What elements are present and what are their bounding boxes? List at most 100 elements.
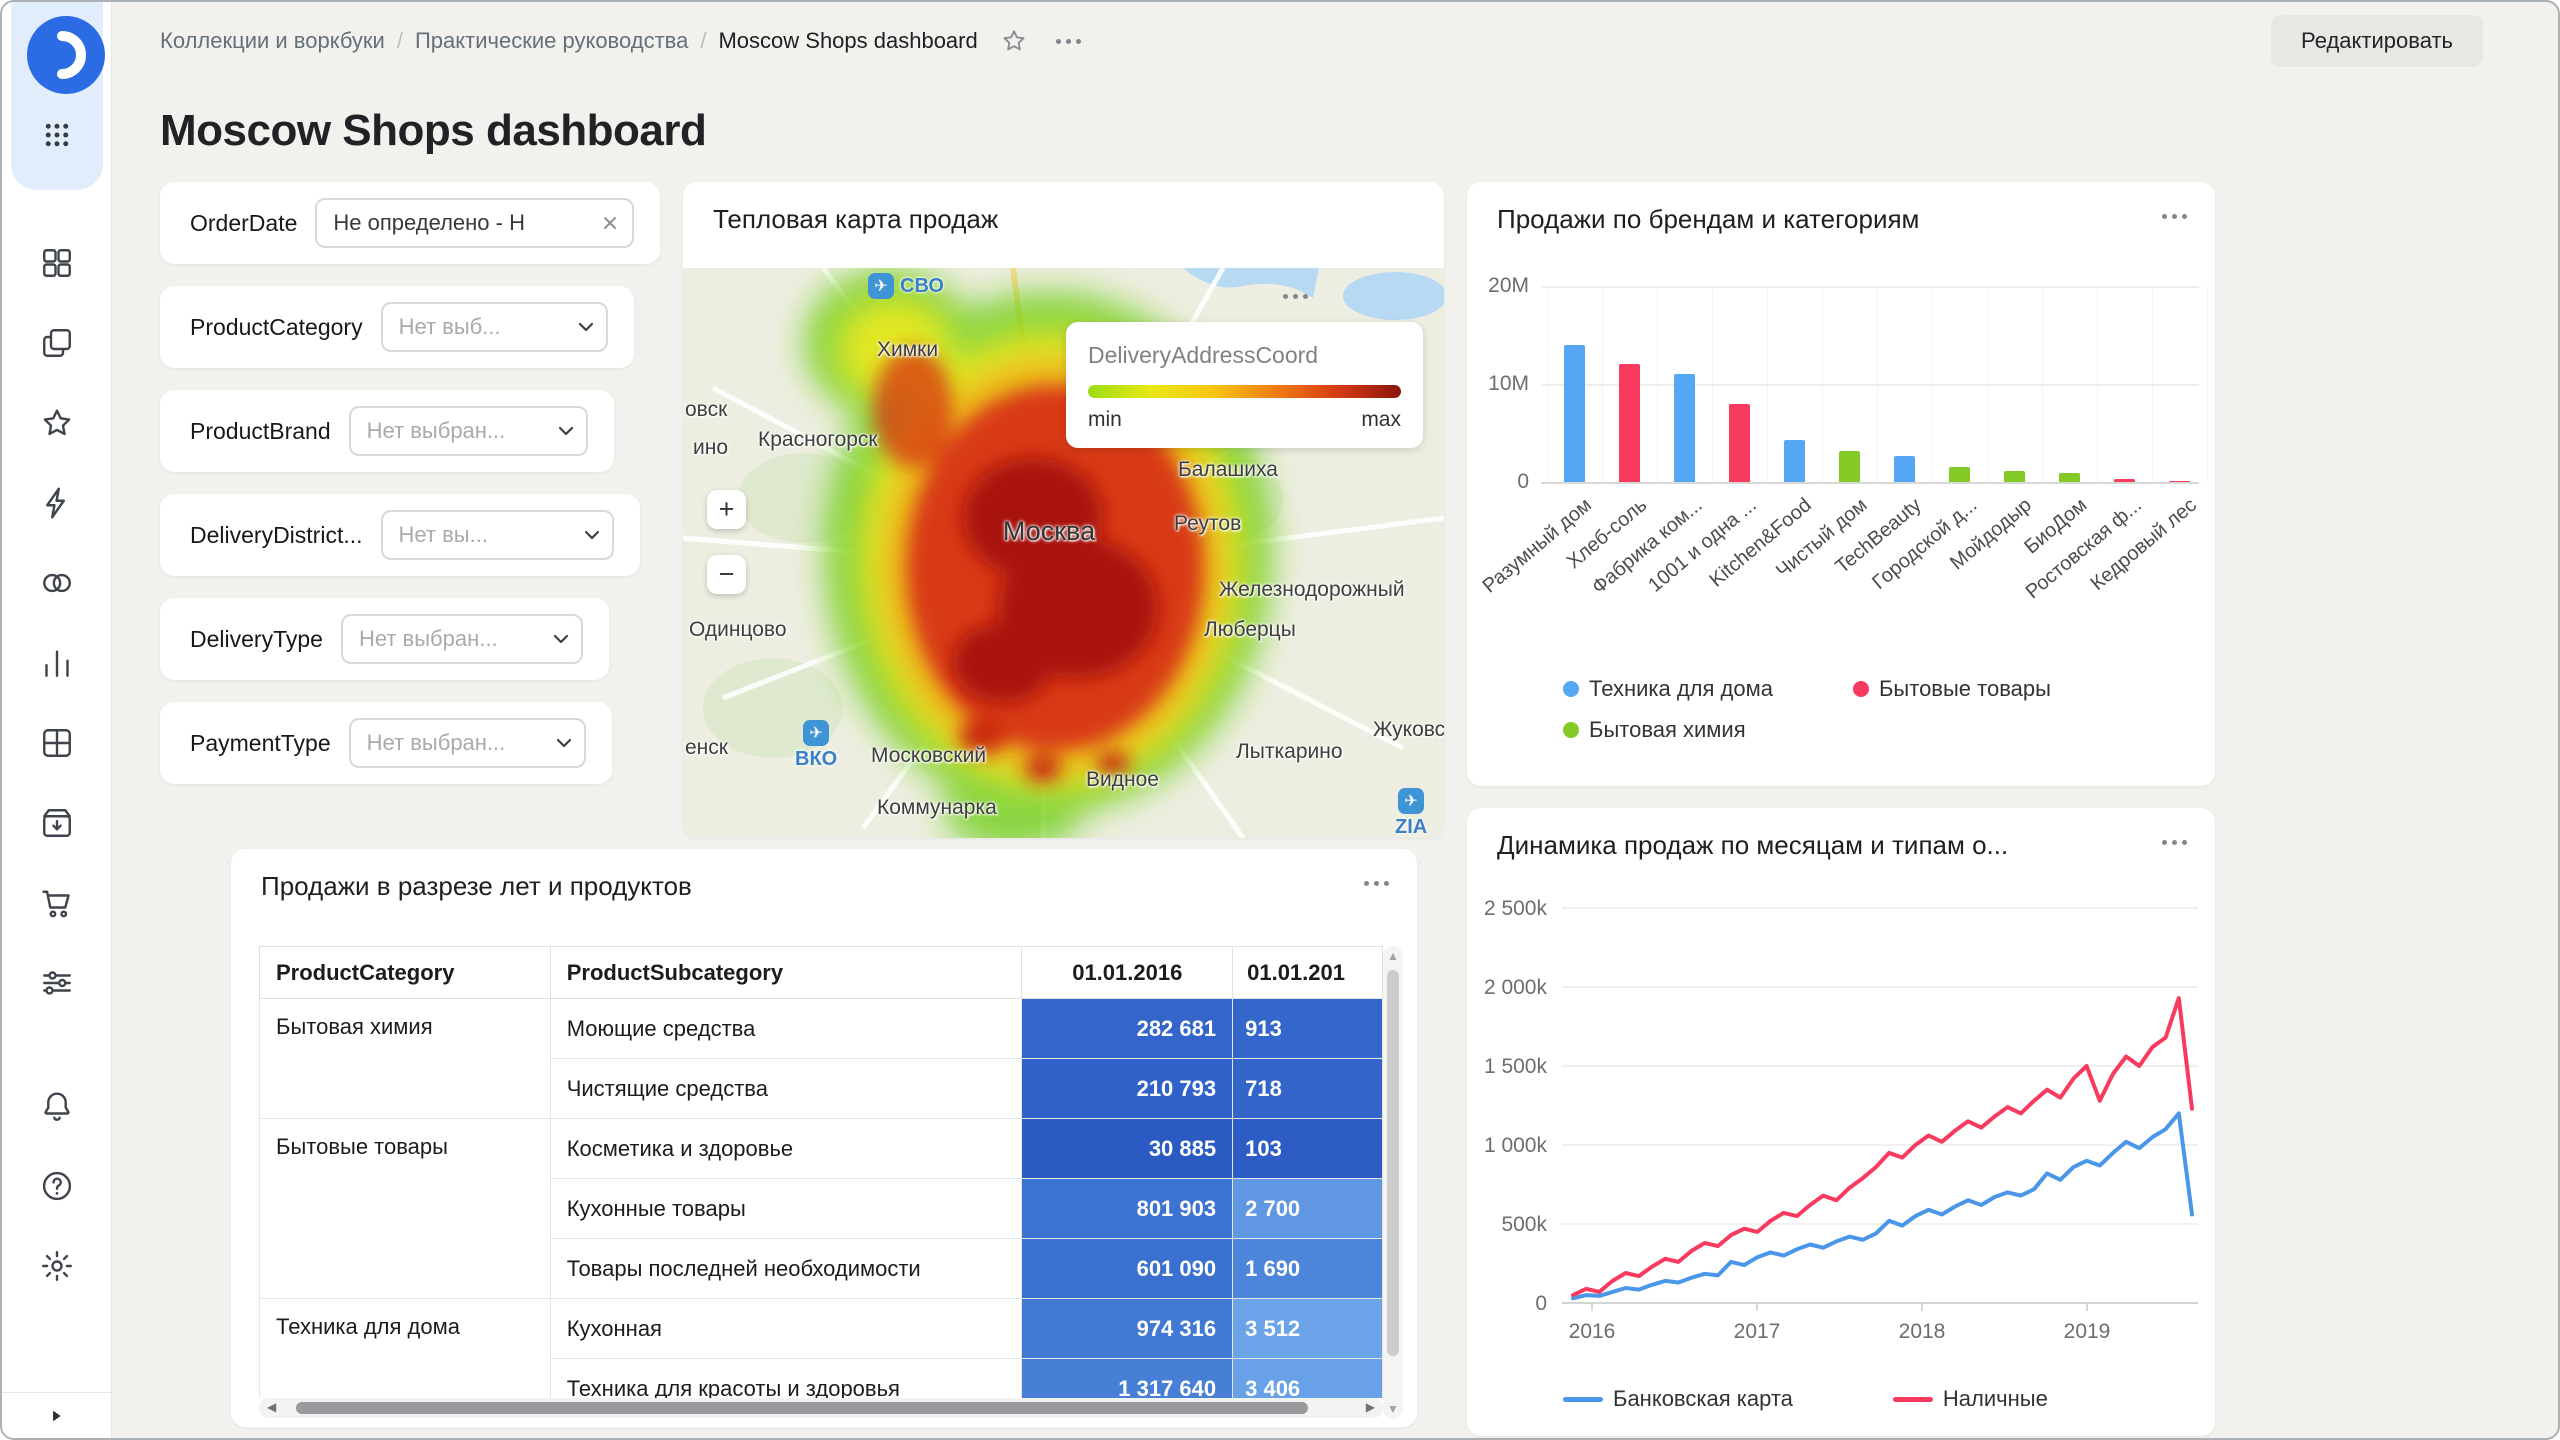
chevron-down-icon xyxy=(584,530,600,540)
sidebar-item-services[interactable] xyxy=(39,965,75,1001)
filter-value-control[interactable]: Нет вы... xyxy=(381,510,614,560)
filter-value-control[interactable]: Не определено - Н xyxy=(315,198,634,248)
favorite-star-icon[interactable] xyxy=(1000,27,1028,55)
expand-arrow-icon[interactable] xyxy=(46,1406,66,1426)
scroll-down-icon[interactable]: ▼ xyxy=(1383,1402,1403,1416)
y-axis-label: 0 xyxy=(1467,470,1529,494)
line-chart-legend: Банковская карта Наличные xyxy=(1563,1386,2183,1412)
chevron-wrap[interactable] xyxy=(553,634,569,644)
airport-code: СВО xyxy=(900,275,944,298)
filter-value-control[interactable]: Нет выбран... xyxy=(349,718,586,768)
widget-title: Тепловая карта продаж xyxy=(713,204,998,235)
sidebar-item-marketplace[interactable] xyxy=(39,885,75,921)
datalens-logo-icon[interactable] xyxy=(27,16,105,94)
legend-item[interactable]: Банковская карта xyxy=(1563,1386,1793,1412)
table-viewport: ProductCategoryProductSubcategory01.01.2… xyxy=(259,946,1383,1398)
column-header: 01.01.201 xyxy=(1233,947,1383,999)
sliders-icon xyxy=(39,965,75,1001)
legend-item[interactable]: Бытовые товары xyxy=(1853,676,2051,702)
help-button[interactable] xyxy=(39,1168,75,1204)
map-place-label: Одинцово xyxy=(689,618,787,642)
chevron-wrap[interactable] xyxy=(578,322,594,332)
horizontal-scrollbar[interactable]: ◀ ▶ xyxy=(259,1398,1383,1418)
filter-label: DeliveryType xyxy=(190,626,323,653)
legend-item[interactable]: Наличные xyxy=(1893,1386,2048,1412)
subcategory-cell: Моющие средства xyxy=(550,999,1022,1059)
filter-value-control[interactable]: Нет выбран... xyxy=(349,406,588,456)
value-cell-2017: 2 700 xyxy=(1233,1179,1383,1239)
box-arrow-icon xyxy=(39,805,75,841)
horizontal-scroll-thumb[interactable] xyxy=(296,1402,1308,1414)
map-place-label: Люберцы xyxy=(1204,618,1296,642)
filter-value-control[interactable]: Нет выб... xyxy=(381,302,608,352)
table-row: Техника для домаКухонная974 3163 512 xyxy=(260,1299,1383,1359)
apps-grid-icon[interactable] xyxy=(42,120,72,150)
bar-chart-icon xyxy=(39,645,75,681)
map-place-label: Красногорск xyxy=(758,428,878,452)
bar xyxy=(2169,481,2190,482)
map-place-label: Балашиха xyxy=(1178,458,1278,482)
airport-marker: ✈ СВО xyxy=(868,273,944,299)
line-chart-canvas[interactable]: 0500k1 000k1 500k2 000k2 500k20162017201… xyxy=(1467,808,2215,1436)
value-cell-2016: 1 317 640 xyxy=(1022,1359,1233,1399)
chevron-wrap[interactable] xyxy=(558,426,574,436)
breadcrumb-item[interactable]: Практические руководства xyxy=(415,28,688,54)
scroll-right-icon[interactable]: ▶ xyxy=(1366,1400,1375,1414)
zoom-in-button[interactable]: + xyxy=(707,490,746,529)
notifications-button[interactable] xyxy=(39,1088,75,1124)
map-place-label: ино xyxy=(693,436,728,460)
sidebar-item-connections[interactable] xyxy=(39,485,75,521)
filter-deliverydistrict: DeliveryDistrict...Нет вы... xyxy=(160,494,640,576)
category-cell: Бытовая химия xyxy=(260,999,551,1119)
clear-icon[interactable] xyxy=(600,213,620,233)
chevron-wrap[interactable] xyxy=(584,530,600,540)
legend-item[interactable]: Бытовая химия xyxy=(1563,717,1746,743)
filter-value: Нет выб... xyxy=(399,314,570,340)
widget-title: Продажи в разрезе лет и продуктов xyxy=(261,871,692,902)
sidebar-bottom-nav xyxy=(2,1088,112,1284)
scroll-left-icon[interactable]: ◀ xyxy=(267,1400,276,1414)
filter-label: ProductBrand xyxy=(190,418,331,445)
filter-orderdate: OrderDateНе определено - Н xyxy=(160,182,660,264)
vertical-gridline xyxy=(2207,286,2208,482)
zoom-out-button[interactable]: − xyxy=(707,555,746,594)
sidebar-item-workbooks[interactable] xyxy=(39,325,75,361)
filter-deliverytype: DeliveryType Нет выбран... xyxy=(160,598,609,680)
airplane-icon: ✈ xyxy=(868,273,894,299)
widget-menu-button[interactable] xyxy=(1283,294,1308,299)
legend-item[interactable]: Техника для дома xyxy=(1563,676,1773,702)
legend-label: Банковская карта xyxy=(1613,1386,1793,1412)
layers-icon xyxy=(39,325,75,361)
sidebar-item-charts[interactable] xyxy=(39,645,75,681)
scroll-up-icon[interactable]: ▲ xyxy=(1383,949,1403,963)
widget-menu-button[interactable] xyxy=(1364,881,1389,886)
map-legend-title: DeliveryAddressCoord xyxy=(1088,342,1401,369)
breadcrumb-menu-button[interactable] xyxy=(1056,39,1081,44)
filter-value-control[interactable]: Нет выбран... xyxy=(341,614,583,664)
breadcrumb-item[interactable]: Moscow Shops dashboard xyxy=(718,28,977,54)
filter-paymenttype: PaymentTypeНет выбран... xyxy=(160,702,612,784)
clear-icon-wrap[interactable] xyxy=(600,213,620,233)
map-place-label: енск xyxy=(685,736,728,760)
chevron-down-icon xyxy=(558,426,574,436)
lightning-icon xyxy=(39,485,75,521)
map-canvas[interactable]: ✈СВОХимкиовскиноКрасногорскМоскваБалаших… xyxy=(683,268,1444,838)
edit-button[interactable]: Редактировать xyxy=(2271,15,2483,67)
filter-value: Нет выбран... xyxy=(367,418,550,444)
filter-productbrand: ProductBrand Нет выбран... xyxy=(160,390,614,472)
sidebar-item-dashboards[interactable] xyxy=(39,725,75,761)
sidebar-item-datasets[interactable] xyxy=(39,565,75,601)
sidebar-item-storage[interactable] xyxy=(39,805,75,841)
chevron-wrap[interactable] xyxy=(556,738,572,748)
vertical-scrollbar[interactable]: ▲ ▼ xyxy=(1383,946,1403,1419)
x-axis-label: 2019 xyxy=(2064,1320,2111,1343)
sidebar-logo-area xyxy=(11,2,103,190)
gridline xyxy=(1541,384,2199,386)
breadcrumb-item[interactable]: Коллекции и воркбуки xyxy=(160,28,385,54)
sidebar-item-collections[interactable] xyxy=(39,245,75,281)
map-place-label: овск xyxy=(685,398,727,422)
vertical-scroll-thumb[interactable] xyxy=(1387,970,1399,1356)
heatmap-widget: Тепловая карта продаж xyxy=(683,182,1444,838)
sidebar-item-favorites[interactable] xyxy=(39,405,75,441)
settings-button[interactable] xyxy=(39,1248,75,1284)
